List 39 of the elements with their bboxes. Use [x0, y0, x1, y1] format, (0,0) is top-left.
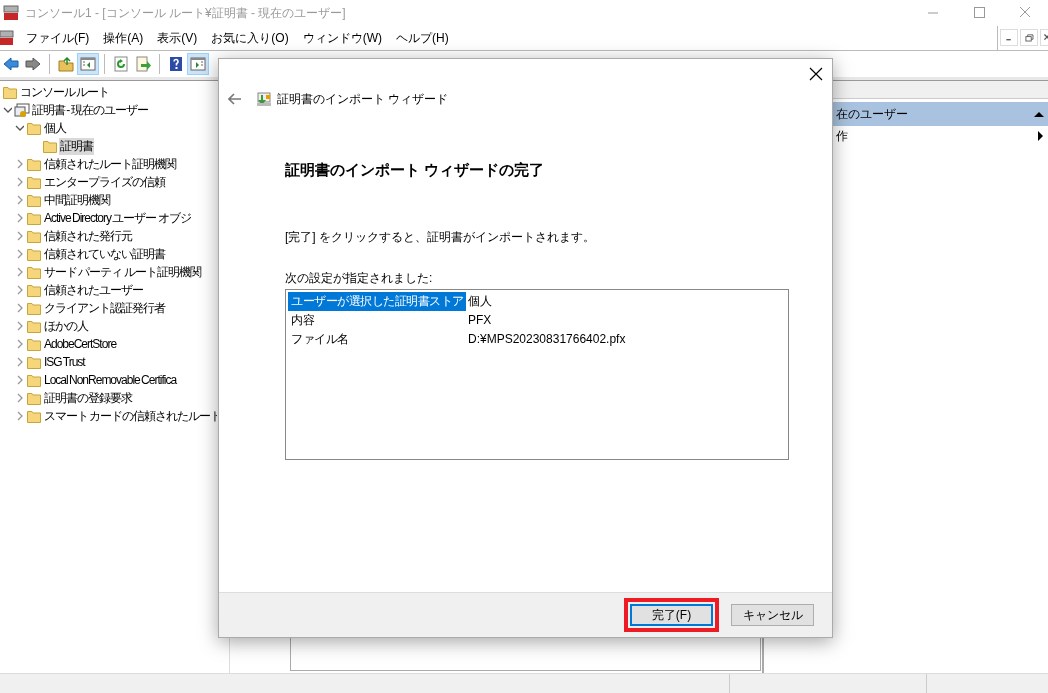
menu-item[interactable]: ヘルプ(H): [390, 27, 455, 49]
actions-item[interactable]: 作: [764, 126, 1048, 146]
dialog-button[interactable]: キャンセル: [731, 604, 814, 626]
settings-label: 次の設定が指定されました:: [285, 269, 434, 287]
tree-item[interactable]: コンソール ルート: [19, 83, 111, 101]
tree-item[interactable]: 個人: [43, 119, 67, 137]
wizard-title: 証明書のインポート ウィザード: [277, 91, 449, 108]
window-title: コンソール1 - [コンソール ルート¥証明書 - 現在のユーザー]: [25, 5, 346, 22]
tree-item[interactable]: 証明書の登録要求: [43, 389, 133, 407]
setting-name[interactable]: ユーザーが選択した証明書ストア: [288, 291, 466, 311]
menu-item[interactable]: 表示(V): [151, 27, 204, 49]
menu-item[interactable]: ウィンドウ(W): [296, 27, 388, 49]
setting-name[interactable]: ファイル名: [288, 329, 466, 349]
tree-item[interactable]: 証明書: [59, 137, 94, 155]
tree-item[interactable]: 信頼されていない証明書: [43, 245, 166, 263]
tree-item[interactable]: Local NonRemovable Certifica: [43, 371, 178, 389]
setting-value: D:¥MPS20230831766402.pfx: [467, 331, 627, 348]
setting-value: 個人: [467, 293, 493, 310]
tree-item[interactable]: Active Directory ユーザー オブジ: [43, 209, 192, 227]
actions-header-text: 在のユーザー: [836, 106, 909, 123]
dialog-button[interactable]: 完了(F): [630, 604, 713, 626]
tree-item[interactable]: ほかの人: [43, 317, 89, 335]
menu-item[interactable]: 操作(A): [97, 27, 150, 49]
tree-item[interactable]: 信頼されたルート証明機関: [43, 155, 177, 173]
setting-value: PFX: [467, 312, 493, 329]
tree-item[interactable]: エンタープライズの信頼: [43, 173, 166, 191]
wizard-message: [完了] をクリックすると、証明書がインポートされます。: [285, 228, 596, 246]
tree-item[interactable]: 信頼された発行元: [43, 227, 133, 245]
tree-item[interactable]: サード パーティ ルート証明機関: [43, 263, 202, 281]
menu-item[interactable]: お気に入り(O): [205, 27, 295, 49]
tree-item[interactable]: ISG Trust: [43, 353, 86, 371]
tree-item[interactable]: 信頼されたユーザー: [43, 281, 144, 299]
tree-item[interactable]: クライアント認証発行者: [43, 299, 166, 317]
menu-item[interactable]: ファイル(F): [20, 27, 96, 49]
wizard-heading: 証明書のインポート ウィザードの完了: [285, 160, 546, 180]
setting-name[interactable]: 内容: [288, 310, 466, 330]
tree-item[interactable]: 証明書 - 現在のユーザー: [31, 101, 149, 119]
tree-item[interactable]: AdobeCertStore: [43, 335, 118, 353]
tree-item[interactable]: 中間証明機関: [43, 191, 111, 209]
